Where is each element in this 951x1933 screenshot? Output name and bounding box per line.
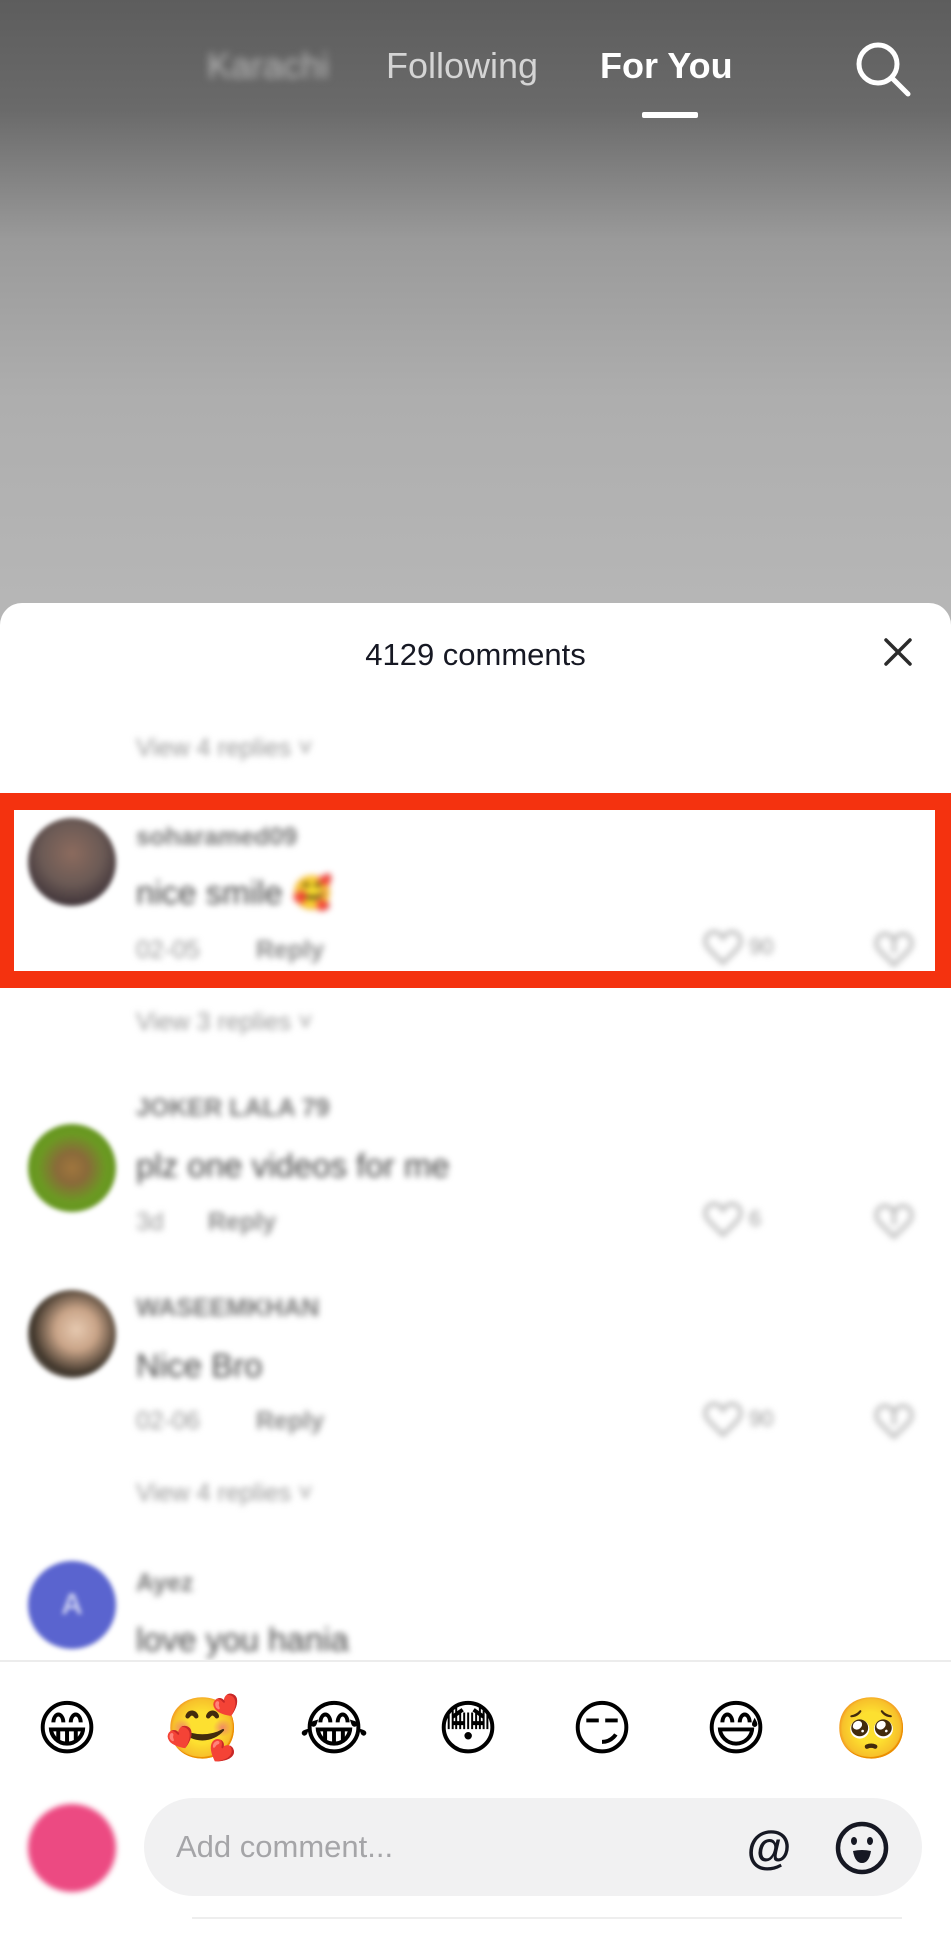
reply-button[interactable]: Reply — [256, 1406, 324, 1436]
comment-text: Nice Bro — [136, 1347, 263, 1384]
dislike-icon — [874, 1404, 914, 1440]
emoji-pleading[interactable]: 🥺 — [834, 1693, 909, 1765]
reply-button[interactable]: Reply — [208, 1207, 276, 1237]
emoji-tears-of-joy[interactable]: 😂 — [298, 1693, 370, 1765]
like-button[interactable]: 90 — [703, 925, 793, 969]
comment-input-container: @ — [144, 1798, 922, 1896]
emoji-smiling-hearts[interactable]: 🥰 — [165, 1693, 240, 1765]
reply-button[interactable]: Reply — [256, 935, 324, 965]
user-avatar[interactable] — [28, 1804, 116, 1892]
close-button[interactable] — [878, 632, 918, 672]
like-count: 90 — [749, 934, 774, 959]
comment-time: 3d — [136, 1208, 164, 1236]
avatar[interactable] — [28, 1124, 116, 1212]
tab-karachi[interactable]: Karachi — [207, 44, 329, 88]
like-button[interactable]: 90 — [703, 1397, 793, 1441]
comment-username[interactable]: JOKER LALA 79 — [136, 1093, 330, 1123]
comment-text: nice smile 🥰 — [136, 874, 333, 911]
comment-username[interactable]: Ayez — [136, 1568, 193, 1598]
tab-following[interactable]: Following — [386, 44, 538, 88]
comment-username[interactable]: WASEEMKHAN — [136, 1293, 319, 1323]
search-button[interactable] — [850, 38, 916, 104]
dislike-button[interactable] — [872, 1397, 916, 1441]
dislike-button[interactable] — [872, 925, 916, 969]
emoji-picker-button[interactable] — [834, 1820, 890, 1876]
divider — [0, 1660, 951, 1662]
comment-input[interactable] — [176, 1798, 736, 1896]
emoji-flushed[interactable]: 😳 — [432, 1693, 504, 1765]
comments-count-title: 4129 comments — [365, 637, 586, 672]
comment-text: plz one videos for me — [136, 1147, 450, 1184]
emoji-sweat-smile[interactable]: 😅 — [700, 1693, 772, 1765]
tab-for-you[interactable]: For You — [600, 44, 733, 88]
like-count: 90 — [749, 1406, 774, 1431]
mention-button[interactable]: @ — [742, 1822, 796, 1876]
emoji-grin[interactable]: 😁 — [31, 1693, 103, 1765]
heart-icon — [703, 930, 743, 966]
comment-username[interactable]: soharamed09 — [136, 822, 297, 852]
search-icon — [856, 42, 911, 97]
like-button[interactable]: 6 — [703, 1197, 793, 1241]
comment-text: love you hania — [136, 1621, 349, 1658]
view-replies-button[interactable]: View 4 replies ˅ — [136, 733, 313, 763]
emoji-face-icon — [835, 1821, 889, 1875]
comment-time: 02-06 — [136, 1407, 200, 1435]
like-count: 6 — [749, 1206, 762, 1231]
dislike-icon — [874, 932, 914, 968]
comment-time: 02-05 — [136, 936, 200, 964]
emoji-smirk[interactable]: 😏 — [566, 1693, 638, 1765]
active-tab-indicator — [642, 112, 698, 118]
heart-icon — [703, 1202, 743, 1238]
heart-icon — [703, 1402, 743, 1438]
avatar[interactable] — [28, 1290, 116, 1378]
avatar-letter: A — [61, 1588, 83, 1621]
close-icon — [884, 638, 912, 666]
avatar[interactable] — [28, 818, 116, 906]
dislike-button[interactable] — [872, 1197, 916, 1241]
view-replies-button[interactable]: View 4 replies ˅ — [136, 1478, 313, 1508]
avatar[interactable]: A — [28, 1561, 116, 1649]
view-replies-button[interactable]: View 3 replies ˅ — [136, 1007, 313, 1037]
dislike-icon — [874, 1204, 914, 1240]
home-indicator-line — [192, 1917, 902, 1919]
